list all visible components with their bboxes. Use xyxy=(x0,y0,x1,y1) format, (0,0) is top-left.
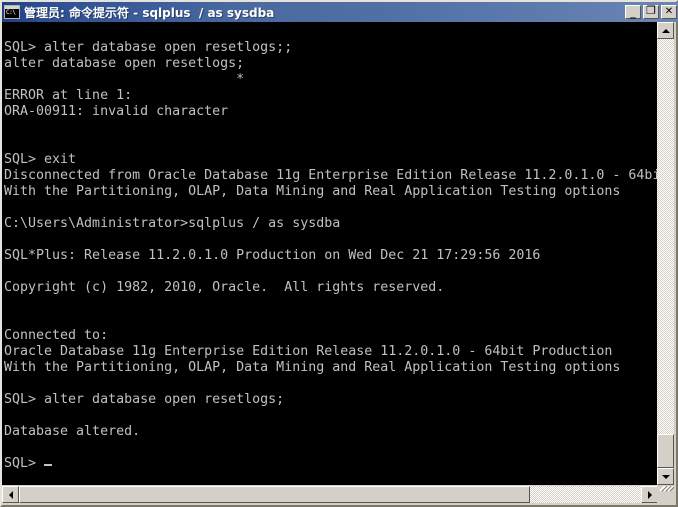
horizontal-scrollbar[interactable] xyxy=(2,486,658,503)
resize-grip[interactable] xyxy=(657,486,674,503)
chevron-down-icon xyxy=(661,474,670,479)
scroll-right-button[interactable] xyxy=(641,486,658,503)
scroll-down-button[interactable] xyxy=(657,468,674,485)
vertical-scroll-thumb[interactable] xyxy=(657,434,674,468)
chevron-right-icon xyxy=(647,490,652,499)
system-menu-icon[interactable]: C:\ xyxy=(4,5,20,19)
maximize-icon: ❐ xyxy=(646,4,656,17)
scroll-up-button[interactable] xyxy=(657,22,674,39)
vertical-scroll-track[interactable] xyxy=(657,39,674,468)
close-button[interactable]: ✕ xyxy=(661,5,677,19)
minimize-icon: _ xyxy=(630,6,636,19)
chevron-left-icon xyxy=(8,490,13,499)
close-icon: ✕ xyxy=(664,6,674,17)
scroll-left-button[interactable] xyxy=(2,486,19,503)
horizontal-scroll-thumb[interactable] xyxy=(19,486,530,503)
system-menu-icon-glyph: C:\ xyxy=(6,9,16,16)
chevron-up-icon xyxy=(661,28,670,33)
console-text: SQL> alter database open resetlogs;; alt… xyxy=(4,40,658,471)
window-controls: _ ❐ ✕ xyxy=(625,5,677,19)
vertical-scrollbar[interactable] xyxy=(657,22,674,485)
console-output-area[interactable]: SQL> alter database open resetlogs;; alt… xyxy=(2,22,658,485)
maximize-button[interactable]: ❐ xyxy=(643,5,659,19)
window-title: 管理员: 命令提示符 - sqlplus / as sysdba xyxy=(24,5,275,20)
minimize-button[interactable]: _ xyxy=(625,5,641,19)
console-window: C:\ 管理员: 命令提示符 - sqlplus / as sysdba _ ❐… xyxy=(0,0,678,507)
title-bar[interactable]: C:\ 管理员: 命令提示符 - sqlplus / as sysdba _ ❐… xyxy=(2,2,678,22)
text-cursor xyxy=(44,464,53,466)
